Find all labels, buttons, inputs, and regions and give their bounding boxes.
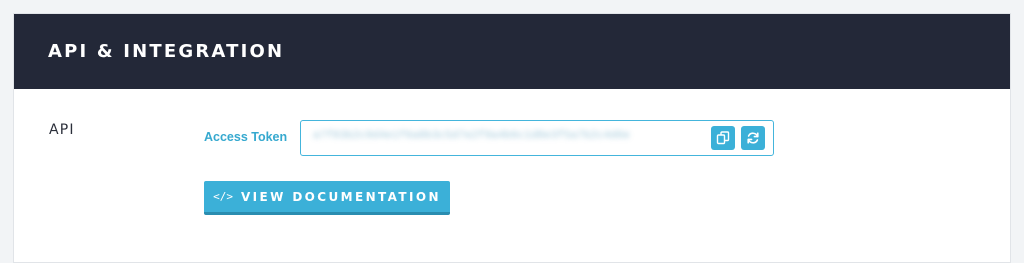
api-integration-panel: API & INTEGRATION API Access Token a7f83… — [13, 13, 1011, 263]
access-token-label: Access Token — [204, 130, 288, 144]
panel-title: API & INTEGRATION — [48, 41, 285, 62]
copy-icon — [716, 131, 730, 145]
access-token-field[interactable]: a7f83b2c9d4e1f6a8b3c5d7e2f9a4b6c1d8e3f5a… — [300, 120, 774, 156]
access-token-value[interactable]: a7f83b2c9d4e1f6a8b3c5d7e2f9a4b6c1d8e3f5a… — [313, 130, 668, 142]
panel-header: API & INTEGRATION — [14, 14, 1010, 89]
refresh-icon — [747, 132, 759, 144]
view-documentation-label: VIEW DOCUMENTATION — [240, 189, 441, 204]
refresh-token-button[interactable] — [741, 126, 765, 150]
api-section-label: API — [49, 122, 75, 138]
view-documentation-button[interactable]: </> VIEW DOCUMENTATION — [204, 181, 450, 215]
copy-token-button[interactable] — [711, 126, 735, 150]
code-icon: </> — [213, 190, 233, 203]
